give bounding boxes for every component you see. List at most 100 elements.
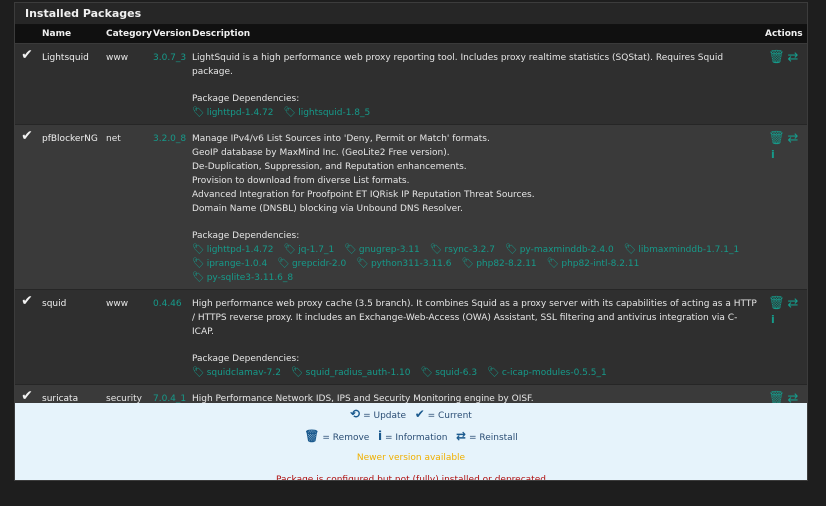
tag-icon: 🏷 <box>192 367 205 378</box>
trash-icon: 🗑 <box>304 429 320 443</box>
dependency-link[interactable]: 🏷 lightsquid-1.8_5 <box>283 106 370 120</box>
dependencies-label: Package Dependencies: <box>192 94 300 104</box>
info-icon[interactable]: i <box>768 148 804 162</box>
table-row: ✔ pfBlockerNG net 3.2.0_8 Manage IPv4/v6… <box>15 124 807 290</box>
package-version: 0.4.46 <box>150 289 189 385</box>
tag-icon: 🏷 <box>192 272 205 283</box>
table-header: Name Category Version Description Action… <box>15 25 807 44</box>
package-version: 3.0.7_3 <box>150 43 189 125</box>
package-name: pfBlockerNG <box>39 124 103 290</box>
trash-icon[interactable]: 🗑 <box>768 297 785 310</box>
info-icon[interactable]: i <box>768 313 804 327</box>
col-name: Name <box>39 25 103 44</box>
package-description: Manage IPv4/v6 List Sources into 'Deny, … <box>189 124 762 290</box>
tag-icon: 🏷 <box>420 367 434 378</box>
dependency-link[interactable]: 🏷 lighttpd-1.4.72 <box>192 243 273 257</box>
legend-information: = Information <box>384 433 448 443</box>
package-description: LightSquid is a high performance web pro… <box>189 43 762 125</box>
dependency-list: 🏷 squidclamav-7.2 🏷 squid_radius_auth-1.10 🏷… <box>192 366 617 380</box>
tag-icon: 🏷 <box>623 244 637 255</box>
tag-icon: 🏷 <box>461 258 475 269</box>
dependency-link[interactable]: 🏷 jq-1.7_1 <box>283 243 334 257</box>
description-line: High performance web proxy cache (3.5 br… <box>192 299 757 337</box>
tag-icon: 🏷 <box>504 244 518 255</box>
check-icon: ✔ <box>21 293 33 309</box>
tag-icon: 🏷 <box>283 107 297 118</box>
retweet-icon: ⇄ <box>456 429 467 443</box>
dependency-link[interactable]: 🏷 python311-3.11.6 <box>356 257 451 271</box>
dependency-link[interactable]: 🏷 py-maxminddb-2.4.0 <box>505 243 614 257</box>
panel-title: Installed Packages <box>15 3 807 25</box>
check-icon: ✔ <box>21 47 33 63</box>
tag-icon: 🏷 <box>344 244 357 255</box>
legend-remove: = Remove <box>322 433 370 443</box>
description-line: GeoIP database by MaxMind Inc. (GeoLite2… <box>192 148 450 158</box>
installed-packages-panel: Installed Packages Name Category Version… <box>14 2 808 481</box>
package-category: www <box>103 43 150 125</box>
description-line: Domain Name (DNSBL) blocking via Unbound… <box>192 204 463 214</box>
package-name: squid <box>39 289 103 385</box>
legend: ⟲ = Update ✔ = Current 🗑 = Remove i = In… <box>15 403 807 481</box>
packages-table: Name Category Version Description Action… <box>15 25 807 451</box>
dependency-link[interactable]: 🏷 squidclamav-7.2 <box>192 366 281 380</box>
col-actions: Actions <box>762 25 807 44</box>
legend-newer: Newer version available <box>356 453 466 463</box>
description-line: De-Duplication, Suppression, and Reputat… <box>192 162 467 172</box>
dependency-link[interactable]: 🏷 squid_radius_auth-1.10 <box>291 366 411 380</box>
dependency-list: 🏷 lighttpd-1.4.72 🏷 lightsquid-1.8_5 <box>192 106 380 120</box>
col-category: Category <box>103 25 152 44</box>
tag-icon: 🏷 <box>546 258 560 269</box>
retweet-icon[interactable]: ⇄ <box>788 297 799 310</box>
check-icon: ✔ <box>21 388 33 404</box>
legend-deprecated: Package is configured but not (fully) in… <box>276 475 546 481</box>
table-row: ✔ Lightsquid www 3.0.7_3 LightSquid is a… <box>15 43 807 125</box>
refresh-icon: ⟲ <box>350 407 361 421</box>
dependency-link[interactable]: 🏷 php82-intl-8.2.11 <box>547 257 640 271</box>
tag-icon: 🏷 <box>192 258 205 269</box>
retweet-icon[interactable]: ⇄ <box>788 51 799 64</box>
dependency-link[interactable]: 🏷 gnugrep-3.11 <box>344 243 420 257</box>
dependency-link[interactable]: 🏷 grepcidr-2.0 <box>277 257 346 271</box>
dependency-list: 🏷 lighttpd-1.4.72 🏷 jq-1.7_1 🏷 gnugrep-3.11 🏷 r… <box>192 243 749 285</box>
tag-icon: 🏷 <box>429 244 443 255</box>
legend-update: = Update <box>363 411 407 421</box>
info-icon: i <box>377 429 383 443</box>
dependency-link[interactable]: 🏷 iprange-1.0.4 <box>192 257 267 271</box>
table-row: ✔ squid www 0.4.46 High performance web … <box>15 289 807 385</box>
tag-icon: 🏷 <box>356 258 369 269</box>
package-version: 3.2.0_8 <box>150 124 189 290</box>
retweet-icon[interactable]: ⇄ <box>788 132 799 145</box>
check-icon: ✔ <box>21 128 33 144</box>
package-description: High performance web proxy cache (3.5 br… <box>189 289 762 385</box>
dependency-link[interactable]: 🏷 lighttpd-1.4.72 <box>192 106 273 120</box>
package-name: Lightsquid <box>39 43 103 125</box>
col-version: Version <box>150 25 191 44</box>
package-category: www <box>103 289 150 385</box>
tag-icon: 🏷 <box>277 258 290 269</box>
tag-icon: 🏷 <box>290 367 304 378</box>
check-icon: ✔ <box>414 407 425 421</box>
dependency-link[interactable]: 🏷 squid-6.3 <box>421 366 478 380</box>
description-line: Manage IPv4/v6 List Sources into 'Deny, … <box>192 134 490 144</box>
trash-icon[interactable]: 🗑 <box>768 132 785 145</box>
description-line: Provision to download from diverse List … <box>192 176 410 186</box>
description-line: LightSquid is a high performance web pro… <box>192 53 724 77</box>
dependencies-label: Package Dependencies: <box>192 354 300 364</box>
legend-reinstall: = Reinstall <box>468 433 518 443</box>
package-actions: 🗑 ⇄ i <box>762 124 807 290</box>
dependencies-label: Package Dependencies: <box>192 231 300 241</box>
package-category: net <box>103 124 150 290</box>
tag-icon: 🏷 <box>487 367 500 378</box>
tag-icon: 🏷 <box>283 244 297 255</box>
dependency-link[interactable]: 🏷 php82-8.2.11 <box>462 257 537 271</box>
tag-icon: 🏷 <box>192 107 205 118</box>
dependency-link[interactable]: 🏷 rsync-3.2.7 <box>430 243 495 257</box>
dependency-link[interactable]: 🏷 py-sqlite3-3.11.6_8 <box>192 271 293 285</box>
dependency-link[interactable]: 🏷 libmaxminddb-1.7.1_1 <box>624 243 740 257</box>
package-actions: 🗑 ⇄ i <box>762 289 807 385</box>
dependency-link[interactable]: 🏷 c-icap-modules-0.5.5_1 <box>487 366 607 380</box>
description-line: Advanced Integration for Proofpoint ET I… <box>192 190 535 200</box>
col-description: Description <box>189 25 762 44</box>
trash-icon[interactable]: 🗑 <box>768 51 785 64</box>
tag-icon: 🏷 <box>192 244 205 255</box>
